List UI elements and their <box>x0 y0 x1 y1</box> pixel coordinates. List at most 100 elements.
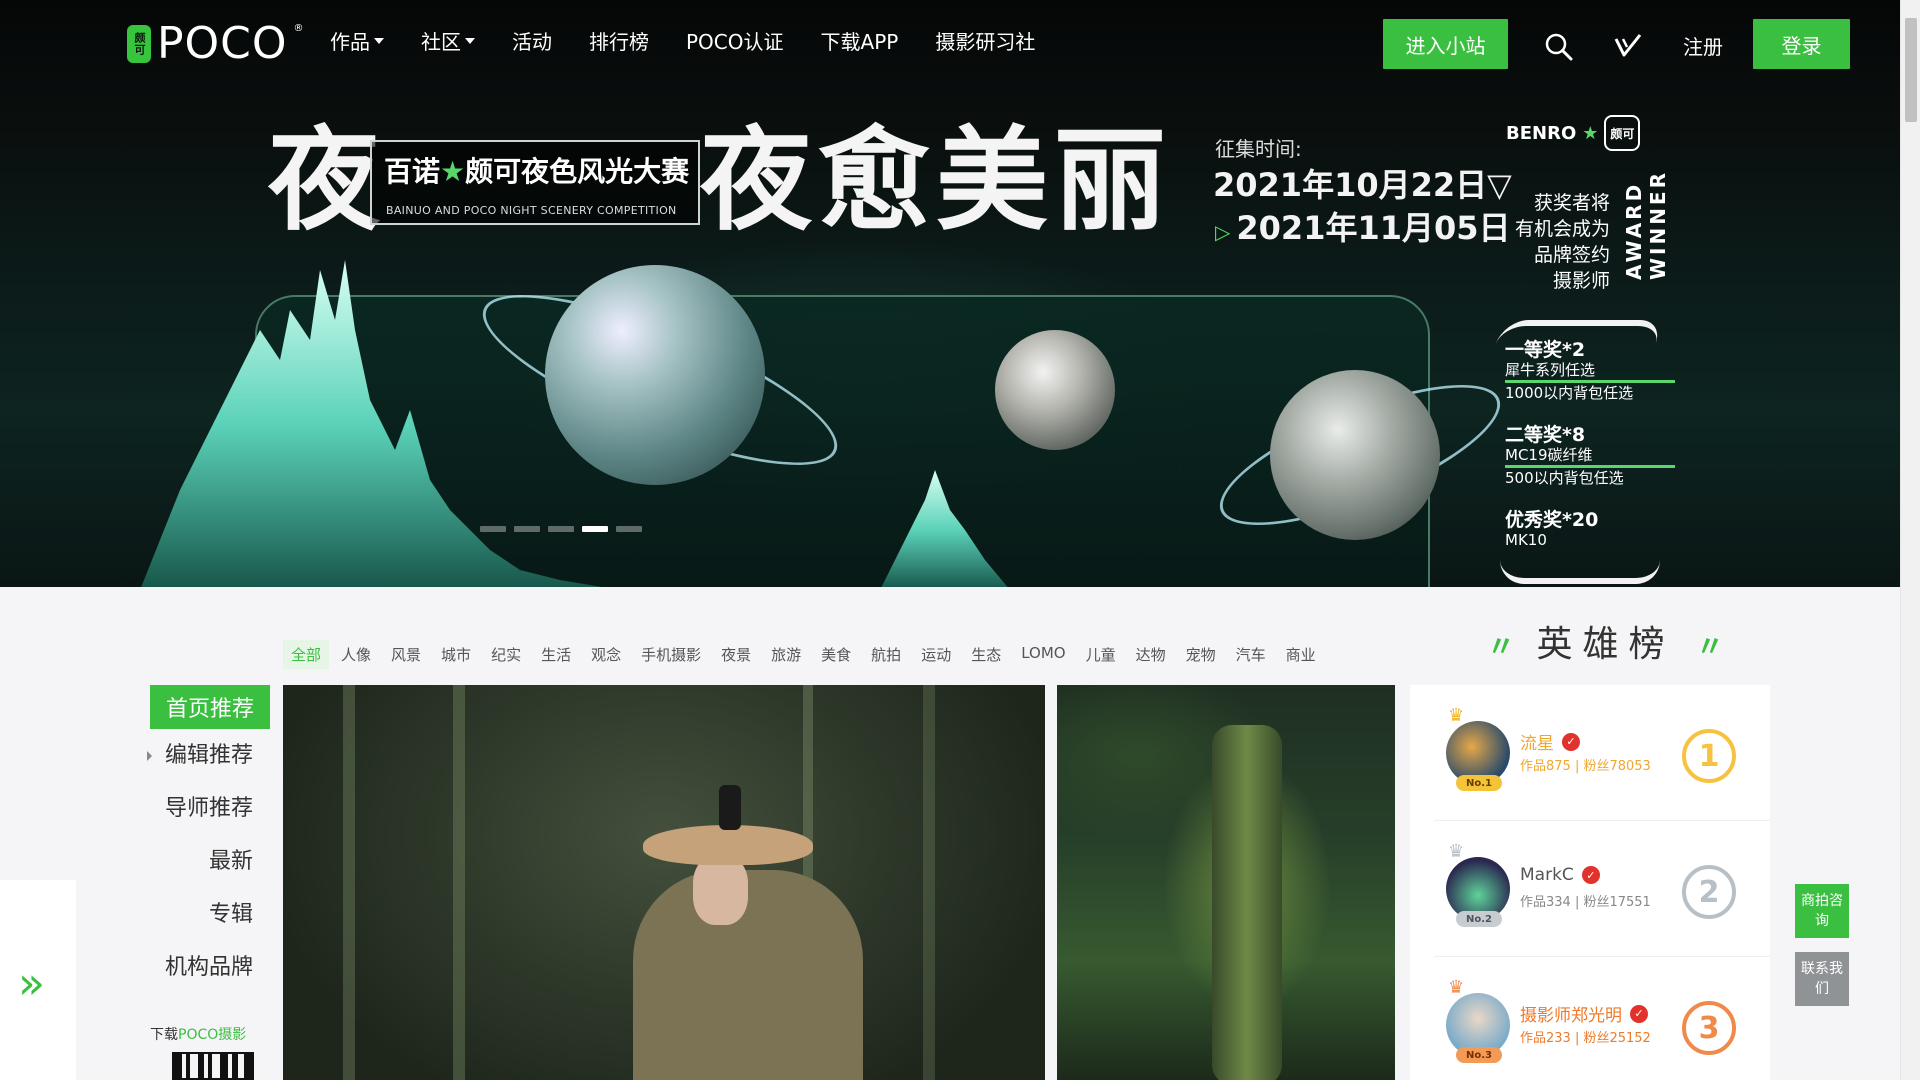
rank-medal-icon: 3 <box>1682 1001 1736 1055</box>
category-tab[interactable]: 夜景 <box>713 640 759 669</box>
prize-name: 一等奖*2 <box>1505 339 1586 361</box>
winner-line: 有机会成为 <box>1514 218 1610 240</box>
expand-panel-tab[interactable]: » <box>0 880 76 1080</box>
photo-tree <box>1212 725 1282 1080</box>
banner-subtitle-en: BAINUO AND POCO NIGHT SCENERY COMPETITIO… <box>386 204 677 217</box>
side-item-albums[interactable]: 专辑 <box>150 888 270 941</box>
date-label: 征集时间: <box>1215 137 1302 161</box>
category-tab[interactable]: 风景 <box>383 640 429 669</box>
prize-first: 一等奖*2 犀牛系列任选 1000以内背包任选 <box>1505 340 1675 403</box>
login-button[interactable]: 登录 <box>1753 19 1850 69</box>
photo-figure-hair <box>719 785 741 830</box>
category-tab[interactable]: 宠物 <box>1178 640 1224 669</box>
category-tab[interactable]: 观念 <box>583 640 629 669</box>
hero-name[interactable]: MarkC ✓ <box>1520 865 1600 885</box>
nav-poco-cert[interactable]: POCO认证 <box>686 26 784 55</box>
featured-photo[interactable] <box>283 685 1045 1080</box>
side-item-mentor-picks[interactable]: 导师推荐 <box>150 782 270 835</box>
benro-text: BENRO <box>1506 122 1577 144</box>
hero-name[interactable]: 摄影师郑光明 ✓ <box>1520 1001 1648 1026</box>
nav-label: 排行榜 <box>589 30 649 54</box>
winner-line: 摄影师 <box>1552 270 1610 292</box>
category-tab[interactable]: 航拍 <box>863 640 909 669</box>
hero-item[interactable]: ♛ No.1 流星 ✓ 作品875 | 粉丝78053 1 <box>1434 685 1770 821</box>
category-tab[interactable]: 全部 <box>283 640 330 669</box>
side-item-latest[interactable]: 最新 <box>150 835 270 888</box>
brand-row: BENRO ★ 颇可 <box>1500 115 1675 151</box>
crystal-peak <box>881 470 1008 587</box>
rank-tag: No.1 <box>1456 775 1502 791</box>
nav-label: POCO认证 <box>686 30 784 54</box>
photo-figure-hat <box>643 825 813 865</box>
nav-download-app[interactable]: 下载APP <box>821 26 899 55</box>
category-tab[interactable]: LOMO <box>1013 640 1073 669</box>
registered-mark: ® <box>293 22 304 34</box>
page-scrollbar[interactable] <box>1900 0 1920 1080</box>
category-tab[interactable]: 手机摄影 <box>633 640 709 669</box>
photo-figure-face <box>693 855 748 925</box>
hero-stats: 作品334 | 粉丝17551 <box>1520 895 1651 910</box>
star-icon: ★ <box>440 155 466 188</box>
category-tab[interactable]: 生活 <box>533 640 579 669</box>
carousel-dot[interactable] <box>514 526 540 532</box>
enter-site-button[interactable]: 进入小站 <box>1383 19 1508 69</box>
nav-works[interactable]: 作品 <box>330 26 384 55</box>
winner-line: 品牌签约 <box>1533 244 1610 266</box>
contact-button[interactable]: 联系我们 <box>1795 952 1849 1006</box>
hero-item[interactable]: ♛ No.2 MarkC ✓ 作品334 | 粉丝17551 2 <box>1434 821 1770 957</box>
nav-events[interactable]: 活动 <box>512 26 552 55</box>
planet-right <box>1270 370 1440 540</box>
side-item-label: 最新 <box>208 849 253 874</box>
category-tab[interactable]: 商业 <box>1278 640 1324 669</box>
carousel-dot-active[interactable] <box>582 526 608 532</box>
category-tab[interactable]: 运动 <box>913 640 959 669</box>
prize-name: 优秀奖*20 <box>1505 509 1599 531</box>
category-tab[interactable]: 人像 <box>333 640 379 669</box>
search-icon[interactable] <box>1545 33 1573 61</box>
nav-label: 摄影研习社 <box>935 30 1036 54</box>
check-icon[interactable] <box>1614 33 1642 59</box>
category-tab[interactable]: 旅游 <box>763 640 809 669</box>
download-app-label[interactable]: 下载POCO摄影 <box>150 1024 246 1044</box>
side-item-brands[interactable]: 机构品牌 <box>150 941 270 994</box>
logo-mark: 颇可 <box>127 25 151 63</box>
hero-name[interactable]: 流星 ✓ <box>1520 729 1580 754</box>
carousel-dot[interactable] <box>616 526 642 532</box>
main-nav: 作品 社区 活动 排行榜 POCO认证 下载APP 摄影研习社 <box>330 26 1035 55</box>
poco-logo[interactable]: 颇可 POCO ® <box>127 22 304 66</box>
hero-item[interactable]: ♛ No.3 摄影师郑光明 ✓ 作品233 | 粉丝25152 3 <box>1434 957 1770 1080</box>
category-tab[interactable]: 纪实 <box>483 640 529 669</box>
nav-community[interactable]: 社区 <box>421 26 475 55</box>
category-tab[interactable]: 城市 <box>433 640 479 669</box>
featured-photo-forest[interactable] <box>1057 685 1395 1080</box>
crown-icon: ♛ <box>1448 841 1465 862</box>
category-tab[interactable]: 达物 <box>1128 640 1174 669</box>
category-tab[interactable]: 儿童 <box>1078 640 1124 669</box>
home-recommend-tab[interactable]: 首页推荐 <box>150 685 270 729</box>
carousel-dot[interactable] <box>480 526 506 532</box>
hero-name-text: MarkC <box>1520 865 1574 885</box>
logo-text: POCO <box>157 18 288 69</box>
hero-banner[interactable]: 夜 百诺★颇可夜色风光大赛 BAINUO AND POCO NIGHT SCEN… <box>0 0 1900 587</box>
scrollbar-thumb[interactable] <box>1905 18 1917 122</box>
side-item-label: 编辑推荐 <box>164 743 253 768</box>
quote-right: 〃 <box>1695 630 1724 663</box>
side-item-editor-picks[interactable]: 编辑推荐 <box>147 729 270 782</box>
carousel-dot[interactable] <box>548 526 574 532</box>
rank-tag: No.3 <box>1456 1047 1502 1063</box>
consult-button[interactable]: 商拍咨询 <box>1795 884 1849 938</box>
nav-photo-academy[interactable]: 摄影研习社 <box>935 26 1035 55</box>
category-filter-bar: 全部 人像 风景 城市 纪实 生活 观念 手机摄影 夜景 旅游 美食 航拍 运动 生态 LOMO 儿童 达物 宠物… <box>283 640 1324 669</box>
caret-down-icon <box>465 37 475 44</box>
category-tab[interactable]: 汽车 <box>1228 640 1274 669</box>
top-navigation: 颇可 POCO ® 作品 社区 活动 排行榜 POCO认证 下载APP 摄影研习… <box>0 0 1900 86</box>
prize-excellent: 优秀奖*20 MK10 <box>1505 510 1675 550</box>
download-app-name: POCO摄影 <box>178 1027 247 1043</box>
register-link[interactable]: 注册 <box>1683 31 1723 60</box>
hero-name-text: 流星 <box>1520 734 1554 754</box>
nav-label: 作品 <box>330 30 370 54</box>
nav-ranking[interactable]: 排行榜 <box>589 26 649 55</box>
category-tab[interactable]: 生态 <box>963 640 1009 669</box>
leaf-star-icon: ★ <box>1582 122 1599 144</box>
category-tab[interactable]: 美食 <box>813 640 859 669</box>
